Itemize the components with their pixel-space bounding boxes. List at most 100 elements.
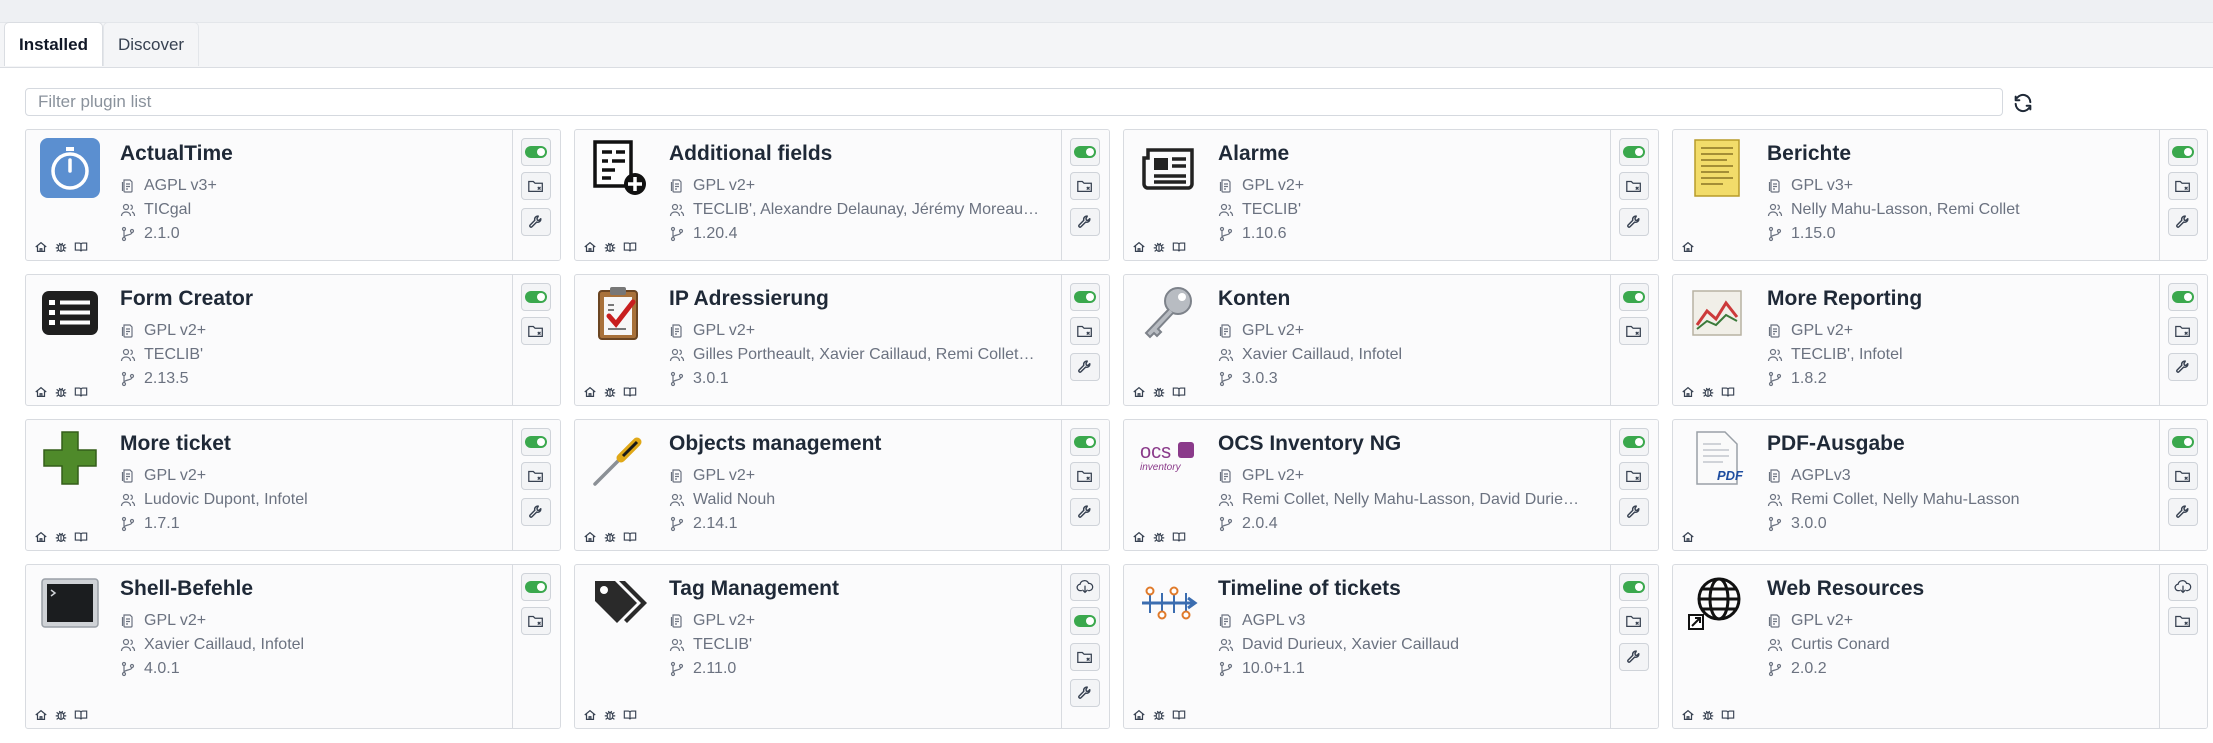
book-icon[interactable]	[623, 385, 637, 399]
activate-toggle[interactable]	[2168, 428, 2198, 456]
uninstall-button[interactable]	[2168, 317, 2198, 345]
home-icon[interactable]	[1681, 240, 1695, 254]
uninstall-button[interactable]	[521, 462, 551, 490]
uninstall-icon	[1625, 322, 1643, 340]
home-icon[interactable]	[1132, 530, 1146, 544]
bug-icon[interactable]	[54, 530, 68, 544]
home-icon[interactable]	[583, 530, 597, 544]
download-button[interactable]	[2168, 573, 2198, 601]
download-button[interactable]	[1070, 573, 1100, 601]
uninstall-button[interactable]	[2168, 462, 2198, 490]
bug-icon[interactable]	[603, 708, 617, 722]
bug-icon[interactable]	[54, 385, 68, 399]
book-icon[interactable]	[74, 240, 88, 254]
configure-button[interactable]	[1070, 208, 1100, 236]
home-icon[interactable]	[34, 708, 48, 722]
bug-icon[interactable]	[54, 708, 68, 722]
home-icon[interactable]	[1132, 708, 1146, 722]
configure-button[interactable]	[1619, 208, 1649, 236]
bug-icon[interactable]	[1701, 385, 1715, 399]
terminal-icon	[40, 573, 100, 633]
uninstall-button[interactable]	[1619, 317, 1649, 345]
bug-icon[interactable]	[1701, 708, 1715, 722]
uninstall-button[interactable]	[521, 172, 551, 200]
activate-toggle[interactable]	[1070, 138, 1100, 166]
home-icon[interactable]	[1681, 708, 1695, 722]
plugin-authors: Remi Collet, Nelly Mahu-Lasson, David Du…	[1242, 491, 1580, 508]
book-icon[interactable]	[74, 708, 88, 722]
book-icon[interactable]	[1172, 240, 1186, 254]
uninstall-button[interactable]	[1070, 172, 1100, 200]
home-icon[interactable]	[34, 385, 48, 399]
configure-button[interactable]	[1619, 643, 1649, 671]
book-icon[interactable]	[74, 530, 88, 544]
home-icon[interactable]	[1132, 240, 1146, 254]
bug-icon[interactable]	[603, 240, 617, 254]
uninstall-button[interactable]	[2168, 172, 2198, 200]
book-icon[interactable]	[74, 385, 88, 399]
uninstall-button[interactable]	[1070, 462, 1100, 490]
bug-icon[interactable]	[1152, 530, 1166, 544]
tab-installed[interactable]: Installed	[4, 22, 103, 66]
configure-button[interactable]	[1070, 498, 1100, 526]
book-icon[interactable]	[623, 530, 637, 544]
uninstall-button[interactable]	[1619, 462, 1649, 490]
book-icon[interactable]	[1721, 385, 1735, 399]
uninstall-icon	[527, 612, 545, 630]
activate-toggle[interactable]	[1619, 283, 1649, 311]
bug-icon[interactable]	[603, 530, 617, 544]
book-icon[interactable]	[623, 708, 637, 722]
book-icon[interactable]	[1721, 708, 1735, 722]
activate-toggle[interactable]	[1619, 138, 1649, 166]
bug-icon[interactable]	[1152, 708, 1166, 722]
book-icon[interactable]	[1172, 530, 1186, 544]
book-icon[interactable]	[623, 240, 637, 254]
configure-button[interactable]	[2168, 208, 2198, 236]
activate-toggle[interactable]	[521, 573, 551, 601]
book-icon[interactable]	[1172, 708, 1186, 722]
uninstall-button[interactable]	[1619, 172, 1649, 200]
activate-toggle[interactable]	[521, 283, 551, 311]
configure-button[interactable]	[1619, 498, 1649, 526]
home-icon[interactable]	[34, 530, 48, 544]
license-icon	[120, 468, 144, 484]
configure-button[interactable]	[2168, 353, 2198, 381]
bug-icon[interactable]	[603, 385, 617, 399]
configure-button[interactable]	[1070, 679, 1100, 707]
plugin-version-row: 1.7.1	[120, 515, 500, 533]
configure-button[interactable]	[521, 208, 551, 236]
uninstall-button[interactable]	[1070, 317, 1100, 345]
activate-toggle[interactable]	[2168, 138, 2198, 166]
home-icon[interactable]	[1681, 530, 1695, 544]
activate-toggle[interactable]	[2168, 283, 2198, 311]
uninstall-button[interactable]	[1070, 643, 1100, 671]
uninstall-button[interactable]	[521, 317, 551, 345]
configure-button[interactable]	[1070, 353, 1100, 381]
activate-toggle[interactable]	[521, 138, 551, 166]
activate-toggle[interactable]	[1619, 428, 1649, 456]
activate-toggle[interactable]	[1070, 283, 1100, 311]
home-icon[interactable]	[583, 240, 597, 254]
configure-button[interactable]	[521, 498, 551, 526]
home-icon[interactable]	[1681, 385, 1695, 399]
plugin-actions	[1610, 275, 1658, 405]
bug-icon[interactable]	[1152, 240, 1166, 254]
tab-discover[interactable]: Discover	[102, 22, 200, 66]
home-icon[interactable]	[34, 240, 48, 254]
activate-toggle[interactable]	[1070, 428, 1100, 456]
uninstall-button[interactable]	[521, 607, 551, 635]
uninstall-button[interactable]	[2168, 607, 2198, 635]
filter-plugin-input[interactable]	[25, 88, 2003, 116]
refresh-icon[interactable]	[2012, 92, 2034, 114]
activate-toggle[interactable]	[1619, 573, 1649, 601]
activate-toggle[interactable]	[521, 428, 551, 456]
bug-icon[interactable]	[1152, 385, 1166, 399]
bug-icon[interactable]	[54, 240, 68, 254]
home-icon[interactable]	[583, 708, 597, 722]
uninstall-button[interactable]	[1619, 607, 1649, 635]
configure-button[interactable]	[2168, 498, 2198, 526]
home-icon[interactable]	[1132, 385, 1146, 399]
book-icon[interactable]	[1172, 385, 1186, 399]
activate-toggle[interactable]	[1070, 607, 1100, 635]
home-icon[interactable]	[583, 385, 597, 399]
